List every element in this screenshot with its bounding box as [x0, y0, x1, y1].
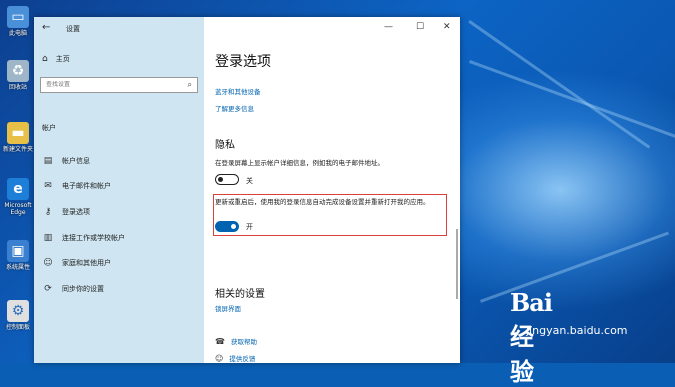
- computer-icon: ▭: [7, 6, 29, 28]
- learn-more-link[interactable]: 了解更多信息: [215, 103, 254, 113]
- get-help-link[interactable]: ☎ 获取帮助: [215, 336, 257, 347]
- search-input[interactable]: [46, 81, 176, 88]
- settings-sidebar: ⌂ 主页 ⌕ 帐户 ▤ 帐户信息 ✉ 电子邮件和帐户 ⚷ 登录选项 ▥ 连接工作…: [34, 17, 204, 363]
- desktop-icon-control-panel[interactable]: ⚙ 控制面板: [2, 300, 34, 331]
- key-icon: ⚷: [44, 207, 52, 217]
- auto-finish-setup-toggle[interactable]: [215, 221, 239, 232]
- settings-search-box[interactable]: ⌕: [40, 77, 198, 93]
- sidebar-item-family-users[interactable]: ☺ 家庭和其他用户: [34, 255, 204, 271]
- sidebar-item-label: 同步你的设置: [62, 285, 104, 293]
- sidebar-item-label: 家庭和其他用户: [62, 259, 111, 267]
- desktop-icon-system[interactable]: ▣ 系统属性: [2, 240, 34, 271]
- sidebar-item-email-accounts[interactable]: ✉ 电子邮件和帐户: [34, 178, 204, 194]
- mail-icon: ✉: [44, 181, 52, 191]
- toggle-state-label: 关: [246, 177, 253, 185]
- desktop-icon-edge[interactable]: e Microsoft Edge: [2, 178, 34, 216]
- sidebar-item-label: 登录选项: [62, 208, 90, 216]
- sidebar-item-account-info[interactable]: ▤ 帐户信息: [34, 153, 204, 169]
- lock-screen-link[interactable]: 锁屏界面: [215, 303, 241, 313]
- desktop-icon-label: 此电脑: [8, 30, 27, 37]
- privacy-heading: 隐私: [215, 140, 235, 151]
- sync-icon: ⟳: [44, 284, 52, 294]
- sidebar-item-work-school[interactable]: ▥ 连接工作或学校帐户: [34, 230, 204, 246]
- desktop-icon-label: 回收站: [8, 84, 27, 91]
- sidebar-item-sign-in-options[interactable]: ⚷ 登录选项: [34, 204, 204, 220]
- sidebar-home[interactable]: ⌂ 主页: [42, 54, 70, 64]
- window-title: 设置: [66, 25, 80, 33]
- desktop-icon-this-pc[interactable]: ▭ 此电脑: [2, 6, 34, 37]
- home-icon: ⌂: [42, 54, 48, 64]
- watermark-url: jingyan.baidu.com: [526, 324, 628, 337]
- back-arrow-icon[interactable]: ←: [42, 22, 50, 33]
- edge-icon: e: [7, 178, 29, 200]
- toggle-state-label: 开: [246, 223, 253, 231]
- feedback-icon: ☺: [215, 353, 224, 363]
- toggle-knob: [218, 177, 223, 182]
- control-panel-icon: ⚙: [7, 300, 29, 322]
- people-icon: ☺: [43, 258, 53, 268]
- page-title: 登录选项: [215, 54, 271, 70]
- desktop-icon-label: Microsoft Edge: [4, 202, 32, 216]
- folder-icon: ▬: [7, 122, 29, 144]
- recycle-bin-icon: ♻: [7, 60, 29, 82]
- sidebar-item-label: 帐户信息: [62, 157, 90, 165]
- search-icon: ⌕: [187, 80, 192, 89]
- desktop-icon-new-folder[interactable]: ▬ 新建文件夹: [2, 122, 34, 153]
- sidebar-section-title: 帐户: [42, 124, 56, 132]
- auto-finish-setup-description: 更新或重启后，使用我的登录信息自动完成设备设置并重新打开我的应用。: [215, 198, 430, 206]
- related-settings-heading: 相关的设置: [215, 289, 265, 300]
- watermark-logo: Bai 经验: [510, 288, 553, 386]
- feedback-link[interactable]: ☺ 提供反馈: [215, 353, 256, 364]
- sidebar-item-label: 连接工作或学校帐户: [62, 234, 125, 242]
- scrollbar[interactable]: [456, 229, 458, 299]
- desktop-icon-label: 控制面板: [5, 324, 30, 331]
- desktop-icon-label: 系统属性: [5, 264, 30, 271]
- settings-content: 登录选项 蓝牙和其他设备 了解更多信息 隐私 在登录屏幕上显示帐户详细信息，例如…: [204, 17, 460, 363]
- system-icon: ▣: [7, 240, 29, 262]
- privacy-description: 在登录屏幕上显示帐户详细信息，例如我的电子邮件地址。: [215, 159, 384, 167]
- get-help-label: 获取帮助: [230, 338, 257, 346]
- help-icon: ☎: [215, 336, 225, 346]
- bluetooth-devices-link[interactable]: 蓝牙和其他设备: [215, 86, 261, 96]
- desktop-icon-label: 新建文件夹: [2, 146, 33, 153]
- person-card-icon: ▤: [43, 156, 53, 166]
- feedback-label: 提供反馈: [229, 355, 256, 363]
- show-account-details-toggle[interactable]: [215, 174, 239, 185]
- briefcase-icon: ▥: [43, 233, 53, 243]
- toggle-knob: [231, 224, 236, 229]
- sidebar-home-label: 主页: [55, 55, 70, 63]
- settings-window: ⌂ 主页 ⌕ 帐户 ▤ 帐户信息 ✉ 电子邮件和帐户 ⚷ 登录选项 ▥ 连接工作…: [34, 17, 460, 363]
- desktop-icon-recycle-bin[interactable]: ♻ 回收站: [2, 60, 34, 91]
- sidebar-item-label: 电子邮件和帐户: [62, 182, 111, 190]
- sidebar-item-sync[interactable]: ⟳ 同步你的设置: [34, 281, 204, 297]
